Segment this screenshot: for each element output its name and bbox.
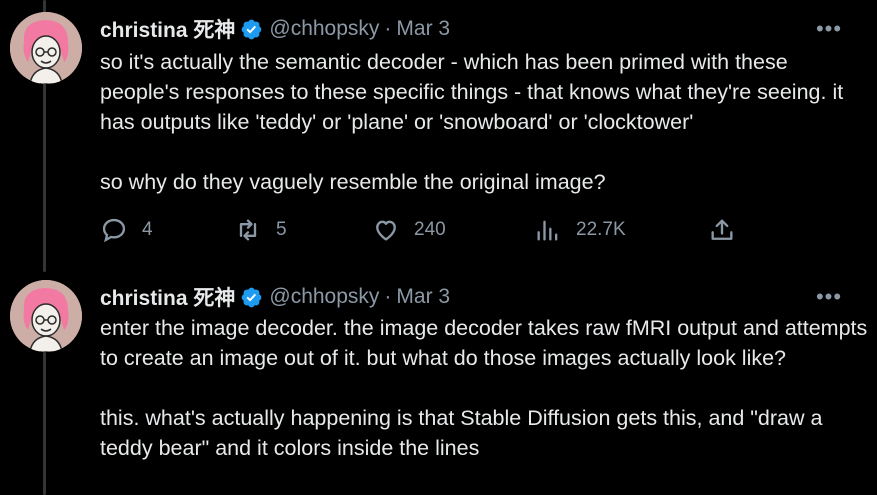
views-button[interactable]: 22.7K (534, 212, 626, 248)
retweet-count: 5 (276, 219, 287, 240)
author-name[interactable]: christina 死神 (100, 14, 235, 44)
verified-badge-icon (240, 18, 263, 41)
share-icon (708, 216, 736, 244)
tweet-header: christina 死神 @chhopsky · Mar 3 ••• (100, 14, 857, 44)
like-count: 240 (414, 219, 446, 240)
views-icon (534, 216, 562, 244)
share-button[interactable] (708, 212, 736, 248)
retweet-icon (234, 216, 262, 244)
separator-dot: · (384, 17, 392, 40)
author-handle[interactable]: @chhopsky (269, 285, 379, 309)
heart-icon (372, 216, 400, 244)
tweet-date[interactable]: Mar 3 (396, 285, 450, 309)
tweet-header: christina 死神 @chhopsky · Mar 3 ••• (100, 282, 857, 312)
view-count: 22.7K (576, 219, 626, 240)
tweet-date[interactable]: Mar 3 (396, 17, 450, 41)
tweet-actions: 4 5 240 22.7K (100, 212, 750, 248)
tweet-text: enter the image decoder. the image decod… (100, 316, 868, 460)
tweet[interactable]: christina 死神 @chhopsky · Mar 3 ••• so it… (0, 0, 877, 268)
reply-count: 4 (142, 219, 153, 240)
tweet-text: so it's actually the semantic decoder - … (100, 50, 844, 194)
retweet-button[interactable]: 5 (234, 212, 287, 248)
reply-icon (100, 216, 128, 244)
like-button[interactable]: 240 (372, 212, 446, 248)
more-options-button[interactable]: ••• (811, 15, 847, 43)
separator-dot: · (384, 285, 392, 308)
avatar[interactable] (10, 280, 82, 352)
verified-badge-icon (240, 286, 263, 309)
avatar[interactable] (10, 12, 82, 84)
author-name[interactable]: christina 死神 (100, 282, 235, 312)
tweet[interactable]: christina 死神 @chhopsky · Mar 3 ••• enter… (0, 268, 877, 495)
more-options-button[interactable]: ••• (811, 283, 847, 311)
reply-button[interactable]: 4 (100, 212, 153, 248)
author-handle[interactable]: @chhopsky (269, 17, 379, 41)
